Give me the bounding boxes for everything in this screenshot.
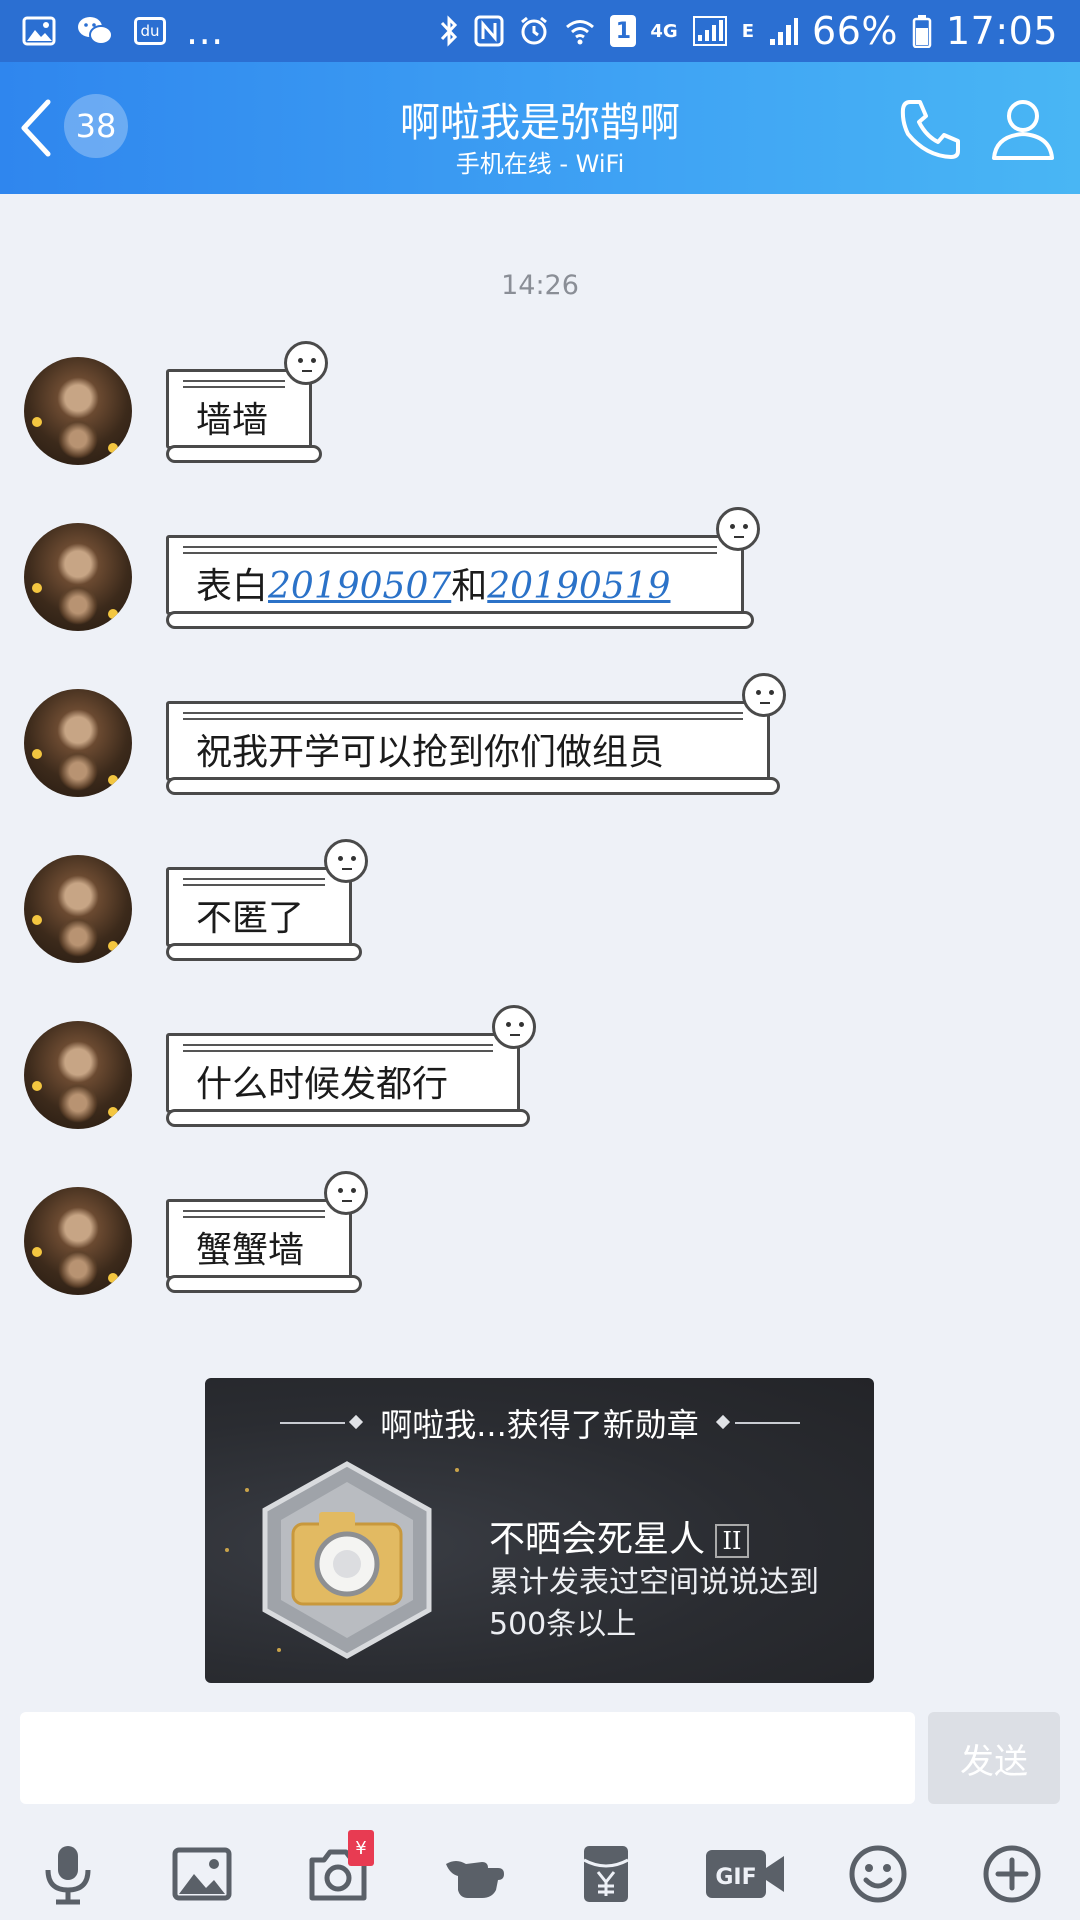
message-text: 蟹蟹墙 [196, 1230, 305, 1271]
badge-name: 不晒会死星人 II [489, 1510, 750, 1562]
user-icon [992, 100, 1054, 160]
avatar[interactable] [24, 357, 132, 465]
message-text-part: 和 [451, 566, 488, 607]
network-type-secondary: E [741, 21, 755, 42]
emoji-icon [849, 1845, 907, 1903]
new-badge-card[interactable]: 啊啦我...获得了新勋章 不晒会死星人 II 累计发表过空间说说达到500条以上 [205, 1378, 874, 1683]
message-bubble[interactable]: 蟹蟹墙 [166, 1171, 368, 1299]
alarm-icon [518, 15, 550, 47]
image-icon [172, 1847, 232, 1901]
message-row: 不匿了 [24, 839, 1024, 975]
camera-medal-icon [262, 1461, 432, 1659]
bubble-mascot-icon [492, 1005, 536, 1049]
battery-icon [912, 14, 932, 48]
message-row: 祝我开学可以抢到你们做组员 [24, 673, 1024, 809]
gif-icon: GIF [706, 1850, 784, 1898]
nfc-icon [474, 15, 504, 47]
bubble-mascot-icon [324, 1171, 368, 1215]
message-row: 墙墙 [24, 341, 1024, 477]
message-input[interactable] [20, 1712, 915, 1804]
bubble-mascot-icon [324, 839, 368, 883]
chat-header: 38 啊啦我是弥鹊啊 手机在线 - WiFi [0, 62, 1080, 194]
wifi-icon [564, 16, 596, 46]
badge-header: 啊啦我...获得了新勋章 [380, 1406, 699, 1444]
wechat-icon [76, 15, 114, 47]
gif-button[interactable]: GIF [704, 1838, 788, 1910]
avatar[interactable] [24, 689, 132, 797]
voice-button[interactable] [32, 1838, 104, 1910]
baidu-icon: du [134, 17, 166, 45]
bubble-mascot-icon [284, 341, 328, 385]
bubble-mascot-icon [716, 507, 760, 551]
badge-level: II [715, 1524, 750, 1558]
svg-text:GIF: GIF [715, 1865, 756, 1890]
phone-icon [900, 100, 960, 159]
signal-icon [692, 15, 728, 47]
message-text: 不匿了 [196, 898, 305, 939]
network-type: 4G [650, 21, 678, 42]
red-packet-tag: ¥ [348, 1830, 374, 1866]
message-bubble[interactable]: 表白20190507和20190519 [166, 507, 760, 635]
date-link[interactable]: 20190507 [268, 566, 451, 607]
message-timestamp: 14:26 [501, 270, 579, 301]
voice-icon [45, 1846, 91, 1905]
message-text: 什么时候发都行 [196, 1064, 449, 1105]
input-bar: 发送 ¥ GIF [0, 1700, 1080, 1920]
gallery-icon [22, 16, 56, 46]
message-bubble[interactable]: 什么时候发都行 [166, 1005, 536, 1133]
call-button[interactable] [896, 94, 966, 164]
message-row: 什么时候发都行 [24, 1005, 1024, 1141]
message-text: 墙墙 [196, 400, 269, 441]
message-row: 蟹蟹墙 [24, 1171, 1024, 1307]
message-text: 表白20190507和20190519 [196, 557, 671, 609]
red-packet-icon [583, 1846, 629, 1902]
badge-description: 累计发表过空间说说达到500条以上 [489, 1565, 819, 1642]
image-button[interactable] [166, 1838, 238, 1910]
plus-icon [983, 1845, 1041, 1903]
avatar[interactable] [24, 523, 132, 631]
battery-percent: 66% [812, 9, 898, 53]
profile-button[interactable] [988, 94, 1058, 164]
message-bubble[interactable]: 墙墙 [166, 341, 328, 469]
message-text-part: 表白 [196, 566, 269, 607]
system-icons: 1 4G E 66% 17:05 [438, 9, 1058, 53]
input-toolbar: ¥ GIF [0, 1828, 1080, 1920]
send-button[interactable]: 发送 [928, 1712, 1060, 1804]
bubble-mascot-icon [742, 673, 786, 717]
signal-icon-secondary [768, 15, 799, 47]
more-button[interactable] [976, 1838, 1048, 1910]
emoji-button[interactable] [842, 1838, 914, 1910]
message-bubble[interactable]: 不匿了 [166, 839, 368, 967]
more-notifications: ... [186, 9, 224, 53]
avatar[interactable] [24, 855, 132, 963]
notification-icons: du ... [22, 9, 224, 53]
clock: 17:05 [945, 9, 1058, 53]
message-text: 祝我开学可以抢到你们做组员 [196, 732, 665, 773]
sim-slot-badge: 1 [610, 15, 637, 47]
avatar[interactable] [24, 1187, 132, 1295]
date-link[interactable]: 20190519 [487, 566, 670, 607]
bluetooth-icon [438, 14, 460, 48]
avatar[interactable] [24, 1021, 132, 1129]
camera-button[interactable]: ¥ [302, 1830, 374, 1910]
status-bar: du ... 1 4G E 66% 17:05 [0, 0, 1080, 62]
poke-icon [446, 1861, 504, 1898]
poke-button[interactable] [438, 1838, 510, 1910]
badge-name-text: 不晒会死星人 [489, 1519, 706, 1560]
message-row: 表白20190507和20190519 [24, 507, 1024, 643]
message-bubble[interactable]: 祝我开学可以抢到你们做组员 [166, 673, 786, 801]
red-packet-button[interactable] [570, 1838, 642, 1910]
